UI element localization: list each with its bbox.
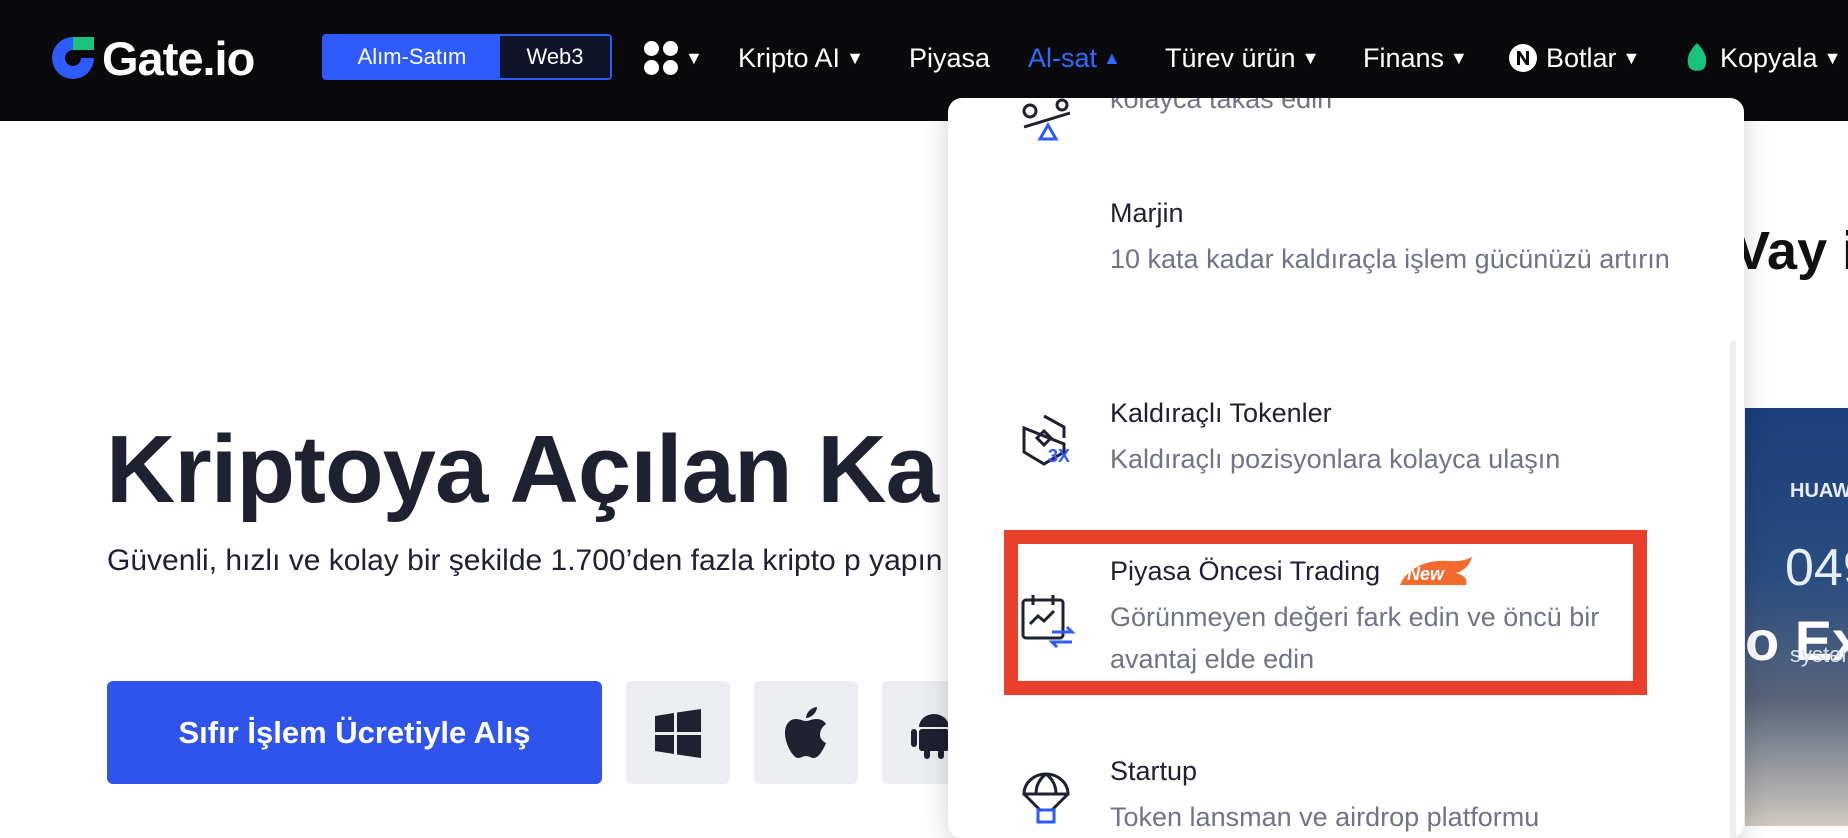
chevron-down-icon: ▼ — [685, 47, 703, 68]
apple-download-button[interactable] — [754, 681, 858, 784]
dropdown-item-title: Kaldıraçlı Tokenler — [1110, 398, 1332, 428]
photo-brand-text: HUAWEI — [1790, 480, 1848, 502]
apps-grid-icon — [643, 40, 679, 76]
trade-dropdown-menu: kolayca takas edin Marjin 10 kata kadar … — [948, 98, 1744, 838]
gate-logo[interactable]: Gate.io — [48, 31, 255, 85]
mode-web3-option[interactable]: Web3 — [500, 36, 610, 78]
nav-al-sat[interactable]: Al-sat ▲ — [1028, 38, 1121, 78]
chevron-down-icon: ▼ — [1450, 47, 1468, 68]
nav-kripto-ai[interactable]: Kripto AI ▼ — [738, 38, 864, 78]
photo-caption-text: system — [1790, 642, 1848, 667]
highlight-box — [1004, 530, 1647, 695]
dropdown-scrollbar[interactable] — [1730, 340, 1736, 838]
zero-fee-buy-button[interactable]: Sıfır İşlem Ücretiyle Alış — [107, 681, 602, 784]
nav-label: Piyasa — [909, 42, 991, 73]
chevron-down-icon: ▼ — [1823, 47, 1842, 68]
photo-number-text: 049 — [1785, 539, 1848, 597]
margin-balance-icon — [1022, 98, 1071, 141]
chevron-down-icon: ▼ — [1622, 47, 1641, 68]
nav-label: Botlar — [1546, 42, 1617, 73]
nav-botlar[interactable]: Botlar ▼ — [1508, 38, 1640, 78]
hero-subtitle: Güvenli, hızlı ve kolay bir şekilde 1.70… — [107, 544, 943, 577]
chevron-up-icon: ▲ — [1103, 47, 1121, 68]
dropdown-item-description: 10 kata kadar kaldıraçla işlem gücünüzü … — [1110, 244, 1670, 274]
leaf-icon — [1687, 43, 1707, 71]
dropdown-item-title: Marjin — [1110, 198, 1184, 228]
dropdown-item-description: kolayca takas edin — [1110, 98, 1333, 114]
windows-download-button[interactable] — [626, 681, 730, 784]
nav-kopyala[interactable]: Kopyala ▼ — [1684, 38, 1841, 78]
nav-label: Türev ürün — [1165, 42, 1296, 73]
brand-name: Gate.io — [102, 31, 255, 85]
apps-menu-button[interactable]: ▼ — [643, 38, 703, 78]
n-badge-icon — [1509, 44, 1537, 72]
apple-icon — [785, 706, 826, 758]
mode-trade-option[interactable]: Alım-Satım — [324, 36, 500, 78]
nav-finans[interactable]: Finans ▼ — [1363, 38, 1468, 78]
mode-switch[interactable]: Alım-Satım Web3 — [322, 34, 612, 80]
dropdown-item-marjin[interactable]: Marjin 10 kata kadar kaldıraçla işlem gü… — [948, 98, 1744, 368]
chevron-down-icon: ▼ — [1301, 47, 1320, 68]
hero-title: Kriptoya Açılan Ka — [106, 416, 939, 523]
nav-piyasa[interactable]: Piyasa — [909, 38, 990, 78]
nav-label: Kripto AI — [738, 42, 841, 73]
windows-icon — [655, 708, 701, 758]
dropdown-item-title: Startup — [1110, 756, 1198, 786]
leveraged-token-3x-icon: 3X — [1022, 414, 1070, 466]
parachute-icon — [1022, 772, 1070, 824]
promo-heading-fragment: Vay i — [1734, 221, 1848, 281]
nav-label: Al-sat — [1028, 42, 1098, 73]
svg-text:3X: 3X — [1048, 446, 1070, 466]
nav-label: Kopyala — [1720, 42, 1818, 73]
event-photo: HUAWEI 049 o Excl system — [1745, 408, 1848, 826]
nav-label: Finans — [1363, 42, 1445, 73]
gate-logo-icon — [52, 37, 94, 79]
dropdown-item-description: Kaldıraçlı pozisyonlara kolayca ulaşın — [1110, 444, 1561, 474]
nav-turev-urun[interactable]: Türev ürün ▼ — [1165, 38, 1319, 78]
dropdown-item-description: Token lansman ve airdrop platformu — [1110, 802, 1540, 832]
chevron-down-icon: ▼ — [846, 47, 864, 68]
dropdown-item-kaldiracli-tokenler[interactable]: 3X Kaldıraçlı Tokenler Kaldıraçlı pozisy… — [948, 398, 1744, 518]
